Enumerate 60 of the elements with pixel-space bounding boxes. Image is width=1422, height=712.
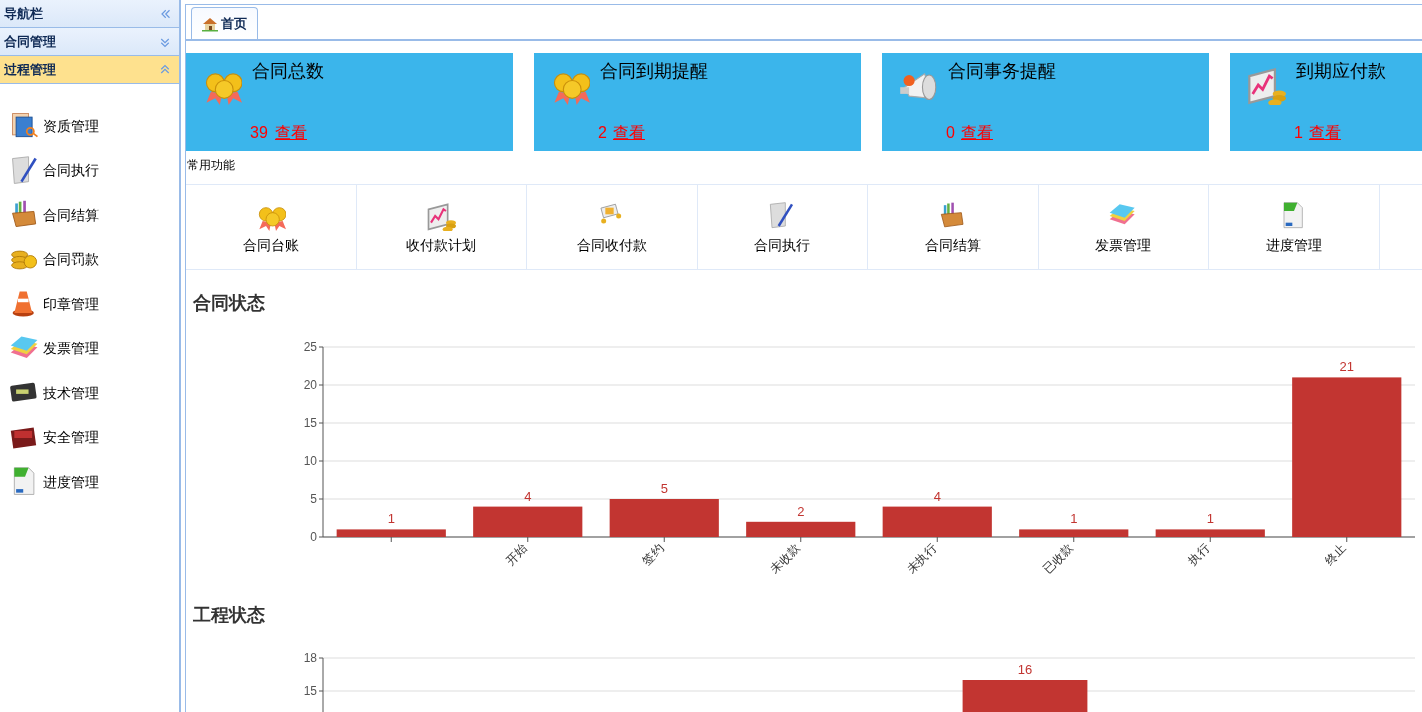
- count: 0: [946, 123, 955, 143]
- shortcut-item[interactable]: 合同结算: [868, 185, 1039, 269]
- sidebar-item[interactable]: 安全管理: [0, 415, 179, 460]
- count: 2: [598, 123, 607, 143]
- card-title: 到期应付款: [1296, 60, 1386, 83]
- shortcut-item[interactable]: 合同执行: [697, 185, 868, 269]
- category-label: 签约: [639, 541, 667, 569]
- sidebar-item[interactable]: 合同结算: [0, 193, 179, 238]
- category-label: 未执行: [904, 541, 940, 577]
- axis-tick-label: 15: [303, 684, 317, 698]
- sidebar-item[interactable]: 资质管理: [0, 104, 179, 149]
- chart-coins-icon: [426, 201, 457, 231]
- chart-title: 工程状态: [192, 604, 266, 627]
- axis-tick-label: 20: [303, 378, 317, 392]
- sidebar-item[interactable]: 发票管理: [0, 326, 179, 371]
- sidebar-item[interactable]: 合同罚款: [0, 237, 179, 282]
- axis-tick-label: 25: [303, 340, 317, 354]
- sidebar-title: 导航栏: [4, 4, 43, 23]
- category-label: 执行: [1185, 541, 1213, 569]
- axis-tick-label: 18: [303, 651, 317, 665]
- data-label: 1: [1070, 511, 1078, 527]
- shortcut-item[interactable]: 合同台账: [186, 185, 357, 269]
- double-chevron-left-icon[interactable]: [159, 7, 171, 20]
- data-label: 1: [387, 511, 395, 527]
- sidebar-item[interactable]: 进度管理: [0, 460, 179, 505]
- axis-tick-label: 5: [310, 492, 317, 506]
- tab[interactable]: 首页: [191, 7, 258, 39]
- accordion-header[interactable]: 过程管理: [0, 56, 179, 84]
- chart-title: 合同状态: [192, 292, 266, 315]
- sidebar-item[interactable]: 印章管理: [0, 282, 179, 327]
- data-label: 1: [1206, 511, 1214, 527]
- section-title: 常用功能: [186, 157, 236, 174]
- sidebar-item[interactable]: 合同执行: [0, 148, 179, 193]
- card-title: 合同到期提醒: [600, 60, 708, 83]
- axis-tick-label: 15: [303, 416, 317, 430]
- category-label: 开始: [503, 541, 530, 569]
- data-label: 16: [1017, 662, 1033, 677]
- data-label: 4: [933, 488, 941, 504]
- shortcut-item[interactable]: 发票管理: [1038, 185, 1209, 269]
- shortcut-item[interactable]: 收付款计划: [356, 185, 527, 269]
- count: 1: [1294, 123, 1303, 143]
- double-chevron-up-icon[interactable]: [159, 63, 171, 76]
- card-title: 合同事务提醒: [948, 60, 1056, 83]
- category-label: 未收款: [767, 541, 803, 577]
- data-label: 5: [660, 481, 668, 496]
- chart-coins-icon: [1246, 65, 1286, 105]
- shortcut-item[interactable]: 合同收付款: [527, 185, 698, 269]
- data-label: 21: [1339, 359, 1354, 375]
- data-label: 4: [524, 488, 532, 504]
- axis-tick-label: 10: [303, 454, 317, 468]
- y-axis: [318, 657, 324, 712]
- count: 39: [250, 123, 268, 143]
- sidebar-item[interactable]: 技术管理: [0, 371, 179, 416]
- shortcut-item[interactable]: 进度管理: [1209, 185, 1380, 269]
- axis-tick-label: 0: [310, 530, 317, 544]
- accordion-header[interactable]: 合同管理: [0, 28, 179, 56]
- category-label: 终止: [1322, 541, 1349, 569]
- data-label: 2: [797, 503, 805, 519]
- card-title: 合同总数: [252, 60, 324, 83]
- category-label: 已收款: [1040, 541, 1076, 577]
